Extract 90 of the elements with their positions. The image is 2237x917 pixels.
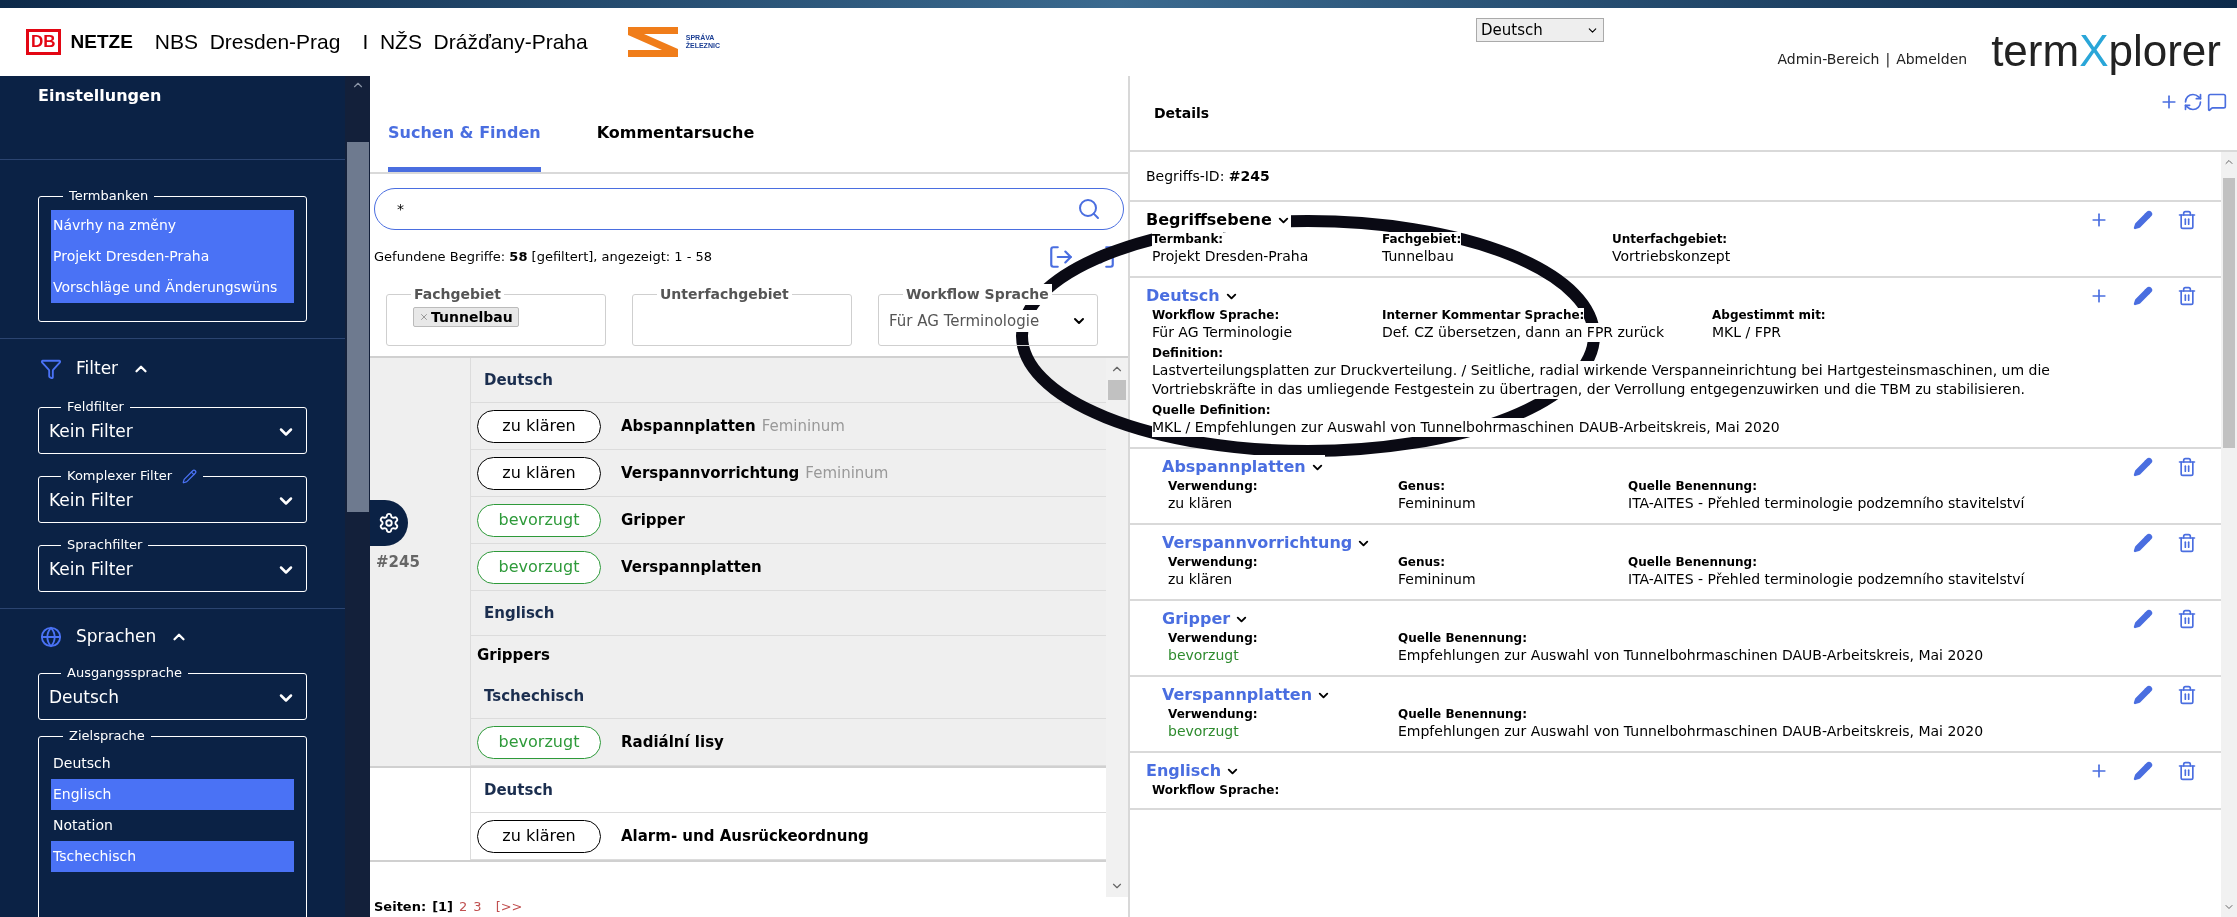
- project-name: I NŽS Drážďany-Praha: [362, 29, 588, 56]
- field-label: Quelle Definition:: [1152, 403, 1271, 418]
- status-badge: zu klären: [477, 456, 601, 490]
- status-badge: zu klären: [477, 409, 601, 443]
- field-legend: Komplexer Filter: [67, 468, 173, 484]
- field-legend: Termbanken: [69, 188, 149, 204]
- filter-tag[interactable]: Tunnelbau: [413, 307, 519, 327]
- field-value: Projekt Dresden-Praha: [1152, 247, 1309, 266]
- term-genus: Femininum: [761, 415, 845, 437]
- language-heading: Englisch: [484, 602, 555, 624]
- language-select[interactable]: Deutsch: [1476, 18, 1604, 42]
- field-label: Termbank:: [1152, 232, 1224, 247]
- concept-id: Begriffs-ID: #245: [1146, 166, 1270, 186]
- list-option[interactable]: Notation: [51, 810, 294, 841]
- page-link[interactable]: 3: [473, 897, 482, 917]
- field-value: bevorzugt: [1168, 646, 1239, 665]
- list-option[interactable]: Projekt Dresden-Praha: [51, 241, 294, 272]
- field-legend: Feldfilter: [67, 399, 124, 415]
- concept-id: #245: [376, 551, 420, 573]
- field-value: Für AG Terminologie: [1152, 323, 1293, 342]
- field-label: Unterfachgebiet:: [1612, 232, 1728, 247]
- field-label: Quelle Benennung:: [1628, 555, 1757, 570]
- tab[interactable]: Suchen & Finden: [388, 121, 541, 172]
- filter-field[interactable]: Workflow Sprache Für AG Terminologie: [878, 284, 1098, 346]
- field-value: Vortriebskonzept: [1612, 247, 1731, 266]
- field-value: ITA-AITES - Přehled terminologie podzemního stavitelství: [1628, 494, 2025, 513]
- filter-select[interactable]: Kein Filter: [49, 553, 296, 591]
- field-label: Quelle Benennung:: [1628, 479, 1757, 494]
- page-link[interactable]: [1]: [432, 897, 454, 917]
- status-badge: bevorzugt: [477, 503, 601, 537]
- status-badge: bevorzugt: [477, 725, 601, 759]
- status-badge: bevorzugt: [477, 550, 601, 584]
- concept-entry[interactable]: #245 Deutsch zu klären Abspannplatten Femininum zu klären Verspannvorrichtung Femininum bevorzugt Gripper bevorzugt Verspannplatten Englisch Grippers Tschechisch bevorzugt Radiální lisy: [370, 358, 1106, 768]
- list-option[interactable]: Tschechisch: [51, 841, 294, 872]
- concept-entry[interactable]: Deutsch zu klären Alarm- und Ausrückeordnung: [370, 768, 1106, 862]
- term-genus: Femininum: [805, 462, 889, 484]
- term-name[interactable]: Verspannplatten: [621, 555, 762, 579]
- field-legend: Sprachfilter: [67, 537, 143, 553]
- term-name[interactable]: Alarm- und Ausrückeordnung: [621, 824, 869, 848]
- language-heading: Deutsch: [484, 779, 553, 801]
- languages-section-toggle[interactable]: Sprachen: [0, 609, 189, 665]
- list-option[interactable]: Deutsch: [51, 748, 294, 779]
- brand-badge: DB: [26, 29, 61, 55]
- field-label: Abgestimmt mit:: [1712, 308, 1826, 323]
- field-value: Empfehlungen zur Auswahl von Tunnelbohrmaschinen DAUB-Arbeitskreis, Mai 2020: [1398, 722, 1984, 741]
- field-legend: Zielsprache: [69, 728, 145, 744]
- filter-select[interactable]: Kein Filter: [49, 484, 296, 522]
- result-summary: Gefundene Begriffe: 58 [gefiltert], angezeigt: 1 - 58: [374, 248, 713, 267]
- field-value: Def. CZ übersetzen, dann an FPR zurück: [1382, 323, 1665, 342]
- language-heading: Tschechisch: [484, 685, 585, 707]
- logout-link[interactable]: Abmelden: [1896, 49, 1968, 70]
- brand-name: NETZE: [70, 29, 133, 54]
- filter-select[interactable]: Deutsch: [49, 681, 296, 719]
- panel-title: Details: [1154, 103, 1210, 123]
- filter-section-toggle[interactable]: Filter: [0, 339, 151, 399]
- field-legend: Ausgangssprache: [67, 665, 183, 681]
- term-name[interactable]: Gripper: [621, 508, 685, 532]
- next-page-link[interactable]: [>>: [495, 897, 523, 917]
- field-label: Verwendung:: [1168, 631, 1258, 646]
- sidebar-title: Einstellungen: [38, 86, 162, 105]
- term-name[interactable]: Radiální lisy: [621, 730, 724, 754]
- field-label: Quelle Benennung:: [1398, 631, 1527, 646]
- field-value: Empfehlungen zur Auswahl von Tunnelbohrmaschinen DAUB-Arbeitskreis, Mai 2020: [1398, 646, 1984, 665]
- filter-select[interactable]: Kein Filter: [49, 415, 296, 453]
- field-label: Verwendung:: [1168, 707, 1258, 722]
- term-name[interactable]: Abspannplatten: [621, 414, 756, 438]
- list-option[interactable]: Návrhy na změny: [51, 210, 294, 241]
- field-label: Verwendung:: [1168, 479, 1258, 494]
- project-name: NBS Dresden-Prag: [154, 29, 341, 56]
- pagination-label: Seiten:: [374, 898, 427, 917]
- language-heading: Deutsch: [484, 369, 553, 391]
- list-option[interactable]: Englisch: [51, 779, 294, 810]
- admin-link[interactable]: Admin-Bereich: [1777, 49, 1880, 70]
- tab[interactable]: Kommentarsuche: [596, 121, 755, 172]
- field-label: Quelle Benennung:: [1398, 707, 1527, 722]
- list-option[interactable]: Vorschläge und Änderungswüns: [51, 272, 294, 303]
- field-value: MKL / Empfehlungen zur Auswahl von Tunnelbohrmaschinen DAUB-Arbeitskreis, Mai 2020: [1152, 418, 1780, 437]
- field-label: Verwendung:: [1168, 555, 1258, 570]
- link-separator: |: [1885, 50, 1891, 70]
- field-value: bevorzugt: [1168, 722, 1239, 741]
- status-badge: zu klären: [477, 819, 601, 853]
- field-label: Workflow Sprache:: [1152, 308, 1280, 323]
- term-name[interactable]: Verspannvorrichtung: [621, 461, 800, 485]
- app-logo: termXplorer: [1991, 28, 2221, 74]
- field-label: Workflow Sprache:: [1152, 783, 1280, 798]
- term-name[interactable]: Grippers: [477, 643, 550, 667]
- field-value: ITA-AITES - Přehled terminologie podzemního stavitelství: [1628, 570, 2025, 589]
- field-label: Fachgebiet:: [1382, 232, 1462, 247]
- page-link[interactable]: 2: [459, 897, 468, 917]
- field-label: Interner Kommentar Sprache:: [1382, 308, 1585, 323]
